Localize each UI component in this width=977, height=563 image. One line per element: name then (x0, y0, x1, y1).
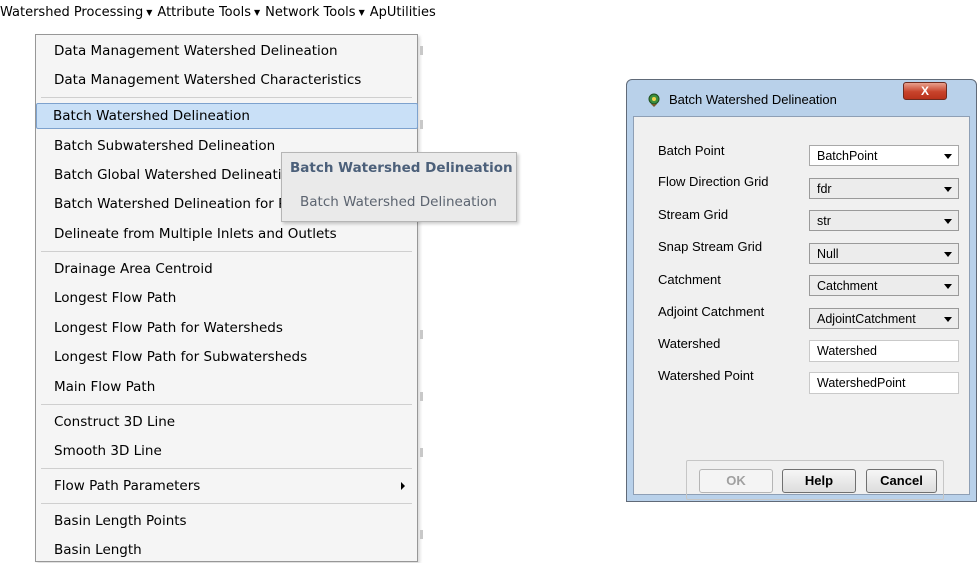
ok-button[interactable]: OK (699, 469, 773, 493)
adjoint-catchment-combo[interactable]: AdjointCatchment (809, 308, 959, 329)
menu-separator (41, 251, 412, 252)
dialog-client-area: Batch Point BatchPoint Flow Direction Gr… (633, 116, 970, 500)
label-catchment: Catchment (658, 272, 721, 287)
background-strip (0, 34, 35, 562)
batch-watershed-delineation-dialog: Batch Watershed Delineation X Batch Poin… (626, 79, 977, 502)
chevron-down-icon (944, 154, 952, 159)
dropdown-caret-icon: ▼ (146, 7, 153, 17)
dialog-button-group: OK Help Cancel (686, 460, 944, 500)
chevron-down-icon (944, 317, 952, 322)
menu-item-basin-length-points[interactable]: Basin Length Points (38, 508, 415, 534)
menu-separator (41, 97, 412, 98)
dialog-title-bar[interactable]: Batch Watershed Delineation X (627, 80, 976, 116)
submenu-arrow-icon (401, 482, 405, 490)
label-watershed: Watershed (658, 336, 721, 351)
menu-item-drainage-area-centroid[interactable]: Drainage Area Centroid (38, 256, 415, 282)
chevron-down-icon (944, 219, 952, 224)
menu-aputilities[interactable]: ApUtilities (368, 5, 439, 20)
catchment-combo[interactable]: Catchment (809, 275, 959, 296)
menu-label: Attribute Tools (157, 4, 251, 20)
menu-item-flow-path-parameters[interactable]: Flow Path Parameters (38, 473, 415, 499)
menu-label: Watershed Processing (0, 4, 144, 20)
menu-item-data-management-watershed-characteristics[interactable]: Data Management Watershed Characteristic… (38, 67, 415, 93)
tooltip-body: Batch Watershed Delineation (300, 194, 497, 210)
watershed-processing-dropdown: Data Management Watershed Delineation Da… (35, 34, 418, 562)
menu-network-tools[interactable]: Network Tools ▼ (263, 5, 368, 20)
menu-item-basin-length[interactable]: Basin Length (38, 537, 415, 563)
close-button[interactable]: X (903, 82, 947, 100)
menu-watershed-processing[interactable]: Watershed Processing ▼ (0, 5, 155, 20)
menu-item-delineate-multiple-inlets-outlets[interactable]: Delineate from Multiple Inlets and Outle… (38, 221, 415, 247)
menu-attribute-tools[interactable]: Attribute Tools ▼ (155, 5, 263, 20)
watershed-input[interactable]: Watershed (809, 340, 959, 362)
menu-item-batch-watershed-delineation[interactable]: Batch Watershed Delineation (36, 103, 418, 129)
menu-item-tooltip: Batch Watershed Delineation Batch Waters… (281, 152, 517, 222)
dialog-title: Batch Watershed Delineation (669, 92, 837, 107)
flow-direction-grid-combo[interactable]: fdr (809, 178, 959, 199)
globe-pin-icon (648, 93, 660, 107)
dropdown-caret-icon: ▼ (358, 7, 365, 17)
dropdown-caret-icon: ▼ (253, 7, 261, 17)
watershed-point-input[interactable]: WatershedPoint (809, 372, 959, 394)
menu-item-construct-3d-line[interactable]: Construct 3D Line (38, 409, 415, 435)
menu-separator (41, 404, 412, 405)
chevron-down-icon (944, 187, 952, 192)
menu-bar: Watershed Processing ▼ Attribute Tools ▼… (0, 0, 540, 24)
label-snap-stream-grid: Snap Stream Grid (658, 239, 763, 254)
label-stream-grid: Stream Grid (658, 207, 729, 222)
combo-value: Null (817, 247, 839, 261)
stream-grid-combo[interactable]: str (809, 210, 959, 231)
chevron-down-icon (944, 252, 952, 257)
menu-item-longest-flow-path[interactable]: Longest Flow Path (38, 285, 415, 311)
combo-value: Catchment (817, 279, 878, 293)
combo-value: str (817, 214, 831, 228)
menu-label: ApUtilities (369, 4, 436, 20)
batch-point-combo[interactable]: BatchPoint (809, 145, 959, 166)
background-edge-marks (420, 30, 424, 560)
label-batch-point: Batch Point (658, 143, 725, 158)
label-watershed-point: Watershed Point (658, 368, 754, 383)
menu-item-main-flow-path[interactable]: Main Flow Path (38, 374, 415, 400)
combo-value: BatchPoint (817, 149, 878, 163)
label-adjoint-catchment: Adjoint Catchment (658, 304, 765, 319)
help-button[interactable]: Help (782, 469, 856, 493)
cancel-button[interactable]: Cancel (866, 469, 937, 493)
menu-item-longest-flow-path-watersheds[interactable]: Longest Flow Path for Watersheds (38, 315, 415, 341)
menu-separator (41, 503, 412, 504)
menu-label: Network Tools (265, 4, 356, 20)
menu-item-data-management-watershed-delineation[interactable]: Data Management Watershed Delineation (38, 38, 415, 64)
menu-item-smooth-3d-line[interactable]: Smooth 3D Line (38, 438, 415, 464)
menu-item-longest-flow-path-subwatersheds[interactable]: Longest Flow Path for Subwatersheds (38, 344, 415, 370)
chevron-down-icon (944, 284, 952, 289)
menu-separator (41, 468, 412, 469)
menu-item-label: Flow Path Parameters (54, 478, 201, 494)
snap-stream-grid-combo[interactable]: Null (809, 243, 959, 264)
label-flow-direction-grid: Flow Direction Grid (658, 174, 769, 189)
combo-value: fdr (817, 182, 832, 196)
combo-value: AdjointCatchment (817, 312, 916, 326)
tooltip-title: Batch Watershed Delineation (290, 160, 513, 176)
